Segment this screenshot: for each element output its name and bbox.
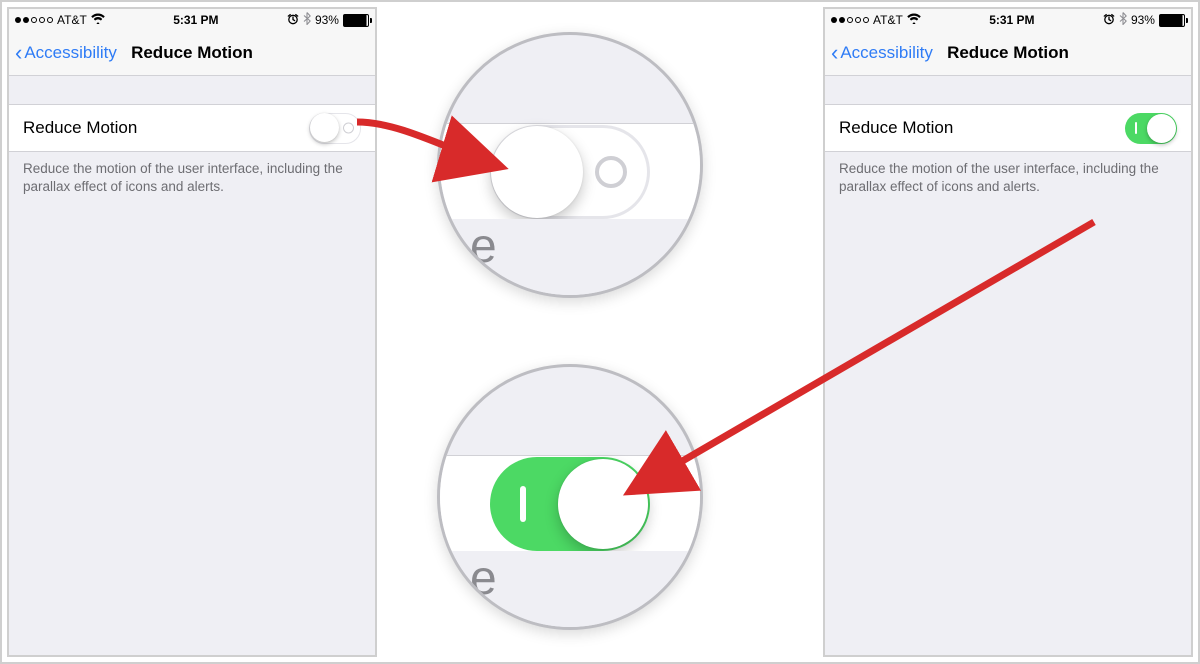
reduce-motion-label: Reduce Motion: [23, 118, 137, 138]
nav-bar: ‹ Accessibility Reduce Motion: [825, 31, 1191, 76]
bluetooth-icon: [303, 12, 311, 28]
toggle-off-indicator-icon: [343, 123, 354, 134]
phone-screenshot-on: AT&T 5:31 PM 93% ‹ Accessibility: [823, 7, 1193, 657]
zoom-callout-off: e: [437, 32, 703, 298]
alarm-icon: [287, 13, 299, 28]
zoom-crop-text: e: [440, 551, 700, 630]
toggle-on-indicator-icon: [520, 486, 526, 522]
nav-bar: ‹ Accessibility Reduce Motion: [9, 31, 375, 76]
reduce-motion-label: Reduce Motion: [839, 118, 953, 138]
reduce-motion-toggle[interactable]: [309, 113, 361, 144]
tutorial-canvas: AT&T 5:31 PM 93% ‹ Accessibility: [0, 0, 1200, 664]
wifi-icon: [907, 13, 921, 27]
battery-pct-label: 93%: [1131, 13, 1155, 27]
toggle-knob: [558, 459, 648, 549]
battery-icon: [1159, 14, 1185, 27]
zoom-row: [440, 123, 700, 221]
settings-content: Reduce Motion Reduce the motion of the u…: [825, 76, 1191, 204]
battery-pct-label: 93%: [315, 13, 339, 27]
chevron-left-icon: ‹: [831, 42, 838, 64]
back-label: Accessibility: [24, 43, 117, 63]
carrier-label: AT&T: [873, 13, 903, 27]
reduce-motion-row: Reduce Motion: [825, 104, 1191, 152]
status-left: AT&T: [831, 13, 921, 27]
status-bar: AT&T 5:31 PM 93%: [9, 9, 375, 31]
signal-dots-icon: [15, 17, 53, 23]
back-button[interactable]: ‹ Accessibility: [15, 42, 117, 64]
big-toggle-off: [490, 125, 650, 219]
clock-label: 5:31 PM: [173, 13, 218, 27]
alarm-icon: [1103, 13, 1115, 28]
clock-label: 5:31 PM: [989, 13, 1034, 27]
toggle-knob: [491, 126, 583, 218]
signal-dots-icon: [831, 17, 869, 23]
battery-icon: [343, 14, 369, 27]
status-right: 93%: [1103, 12, 1185, 28]
big-toggle-on: [490, 457, 650, 551]
reduce-motion-row: Reduce Motion: [9, 104, 375, 152]
toggle-on-indicator-icon: [1135, 122, 1137, 134]
settings-content: Reduce Motion Reduce the motion of the u…: [9, 76, 375, 204]
zoom-crop-text: e: [440, 219, 700, 298]
wifi-icon: [91, 13, 105, 27]
carrier-label: AT&T: [57, 13, 87, 27]
chevron-left-icon: ‹: [15, 42, 22, 64]
status-bar: AT&T 5:31 PM 93%: [825, 9, 1191, 31]
status-right: 93%: [287, 12, 369, 28]
phone-screenshot-off: AT&T 5:31 PM 93% ‹ Accessibility: [7, 7, 377, 657]
setting-footer-text: Reduce the motion of the user interface,…: [9, 152, 375, 204]
toggle-knob: [1147, 114, 1176, 143]
back-button[interactable]: ‹ Accessibility: [831, 42, 933, 64]
setting-footer-text: Reduce the motion of the user interface,…: [825, 152, 1191, 204]
zoom-row: [440, 455, 700, 553]
bluetooth-icon: [1119, 12, 1127, 28]
zoom-callout-on: e: [437, 364, 703, 630]
reduce-motion-toggle[interactable]: [1125, 113, 1177, 144]
toggle-knob: [310, 113, 339, 142]
toggle-off-indicator-icon: [595, 156, 627, 188]
back-label: Accessibility: [840, 43, 933, 63]
status-left: AT&T: [15, 13, 105, 27]
